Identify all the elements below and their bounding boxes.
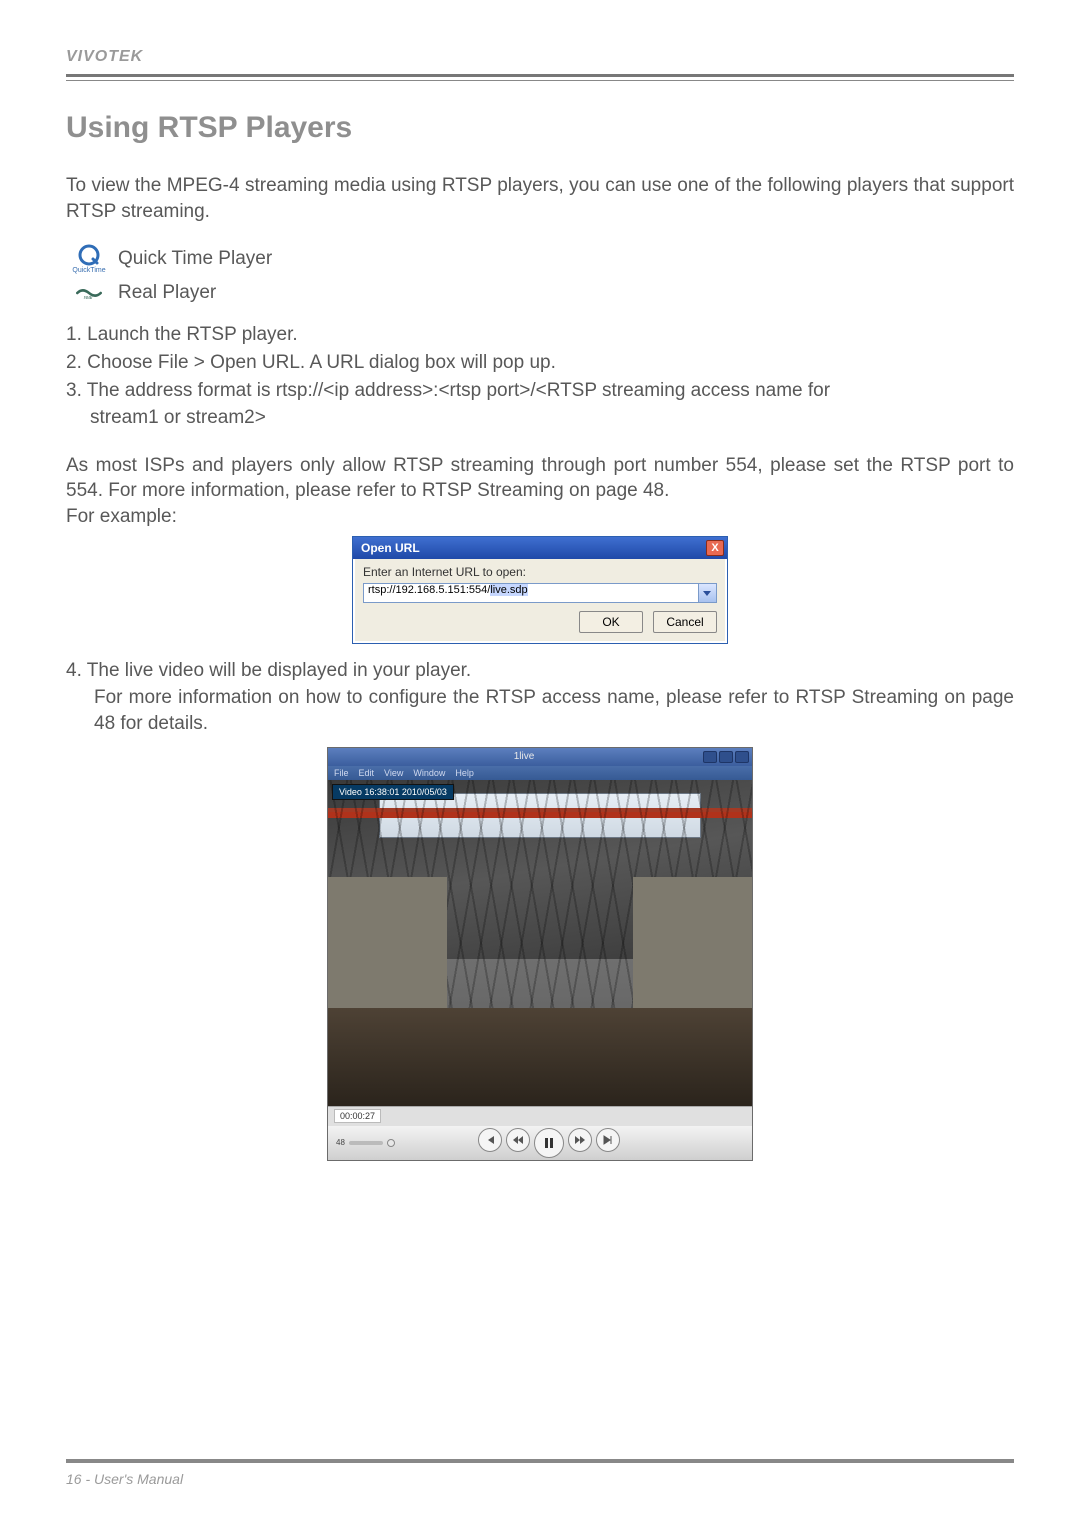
window-buttons: [703, 751, 749, 763]
ordered-steps: 1. Launch the RTSP player. 2. Choose Fil…: [66, 322, 1014, 431]
dialog-body: Enter an Internet URL to open: rtsp://19…: [353, 559, 727, 643]
skip-end-icon[interactable]: [596, 1128, 620, 1152]
content: Using RTSP Players To view the MPEG-4 st…: [66, 81, 1014, 1161]
player-list: QuickTime Quick Time Player real Real Pl…: [76, 242, 1014, 304]
skip-start-icon[interactable]: [478, 1128, 502, 1152]
volume-value: 48: [336, 1138, 345, 1147]
video-area: Video 16:38:01 2010/05/03: [328, 780, 752, 1106]
menu-window[interactable]: Window: [413, 768, 445, 778]
menu-view[interactable]: View: [384, 768, 403, 778]
minimize-icon[interactable]: [703, 751, 717, 763]
brand-label: VIVOTEK: [66, 48, 1014, 66]
realplayer-icon: real: [76, 285, 102, 301]
quicktime-label: Quick Time Player: [118, 248, 272, 270]
realplayer-row: real Real Player: [76, 282, 1014, 304]
forward-icon[interactable]: [568, 1128, 592, 1152]
quicktime-row: QuickTime Quick Time Player: [76, 242, 1014, 276]
transport-buttons: [403, 1128, 696, 1158]
player-titlebar[interactable]: 1live: [328, 748, 752, 766]
dialog-buttons: OK Cancel: [363, 611, 717, 633]
isp-paragraph: As most ISPs and players only allow RTSP…: [66, 453, 1014, 504]
step-2: 2. Choose File > Open URL. A URL dialog …: [66, 350, 1014, 376]
volume-knob-icon[interactable]: [387, 1139, 395, 1147]
url-selected: live.sdp: [490, 584, 527, 596]
chevron-down-icon[interactable]: [699, 583, 717, 603]
menu-help[interactable]: Help: [455, 768, 474, 778]
player-screenshot-wrap: 1live File Edit View Window Help: [66, 747, 1014, 1161]
ok-button[interactable]: OK: [579, 611, 643, 633]
rewind-icon[interactable]: [506, 1128, 530, 1152]
realplayer-label: Real Player: [118, 282, 216, 304]
close-icon[interactable]: [735, 751, 749, 763]
volume-track[interactable]: [349, 1141, 383, 1145]
dialog-titlebar[interactable]: Open URL X: [353, 537, 727, 559]
footer-page-number: 16 - User's Manual: [66, 1471, 1014, 1487]
cancel-button[interactable]: Cancel: [653, 611, 717, 633]
step-1: 1. Launch the RTSP player.: [66, 322, 1014, 348]
dialog-label: Enter an Internet URL to open:: [363, 565, 717, 579]
intro-paragraph: To view the MPEG-4 streaming media using…: [66, 173, 1014, 224]
footer-rule-thick: [66, 1460, 1014, 1463]
player-controls: 48: [328, 1126, 752, 1160]
pause-icon[interactable]: [534, 1128, 564, 1158]
header-rule-thick: [66, 74, 1014, 77]
menu-file[interactable]: File: [334, 768, 349, 778]
time-bar: 00:00:27: [328, 1106, 752, 1126]
step-3: 3. The address format is rtsp://<ip addr…: [66, 378, 1014, 404]
url-prefix: rtsp://192.168.5.151:554/: [368, 584, 490, 596]
rtsp-streaming-link[interactable]: please refer to RTSP Streaming on page 4…: [295, 480, 669, 501]
dialog-title: Open URL: [361, 541, 420, 555]
volume-control[interactable]: 48: [336, 1138, 395, 1147]
svg-text:real: real: [84, 295, 93, 301]
section-title: Using RTSP Players: [66, 111, 1014, 145]
step-3-cont: stream1 or stream2>: [66, 405, 1014, 431]
url-input-row: rtsp://192.168.5.151:554/live.sdp: [363, 583, 717, 603]
player-window-title: 1live: [514, 751, 535, 762]
video-overlay-timestamp: Video 16:38:01 2010/05/03: [332, 784, 454, 800]
step-4: 4. The live video will be displayed in y…: [66, 658, 1014, 684]
open-url-dialog-wrap: Open URL X Enter an Internet URL to open…: [66, 536, 1014, 644]
step-4-sub: For more information on how to configure…: [66, 685, 1014, 736]
close-icon[interactable]: X: [706, 540, 724, 556]
step-4-block: 4. The live video will be displayed in y…: [66, 658, 1014, 737]
url-input[interactable]: rtsp://192.168.5.151:554/live.sdp: [363, 583, 699, 603]
for-example-label: For example:: [66, 504, 1014, 530]
player-screenshot: 1live File Edit View Window Help: [327, 747, 753, 1161]
page: VIVOTEK Using RTSP Players To view the M…: [0, 0, 1080, 1527]
player-menu: File Edit View Window Help: [328, 766, 752, 780]
page-footer: 16 - User's Manual: [66, 1459, 1014, 1487]
open-url-dialog: Open URL X Enter an Internet URL to open…: [352, 536, 728, 644]
page-header: VIVOTEK: [66, 48, 1014, 81]
menu-edit[interactable]: Edit: [359, 768, 375, 778]
maximize-icon[interactable]: [719, 751, 733, 763]
elapsed-time: 00:00:27: [334, 1109, 381, 1123]
quicktime-icon: QuickTime: [76, 242, 102, 276]
